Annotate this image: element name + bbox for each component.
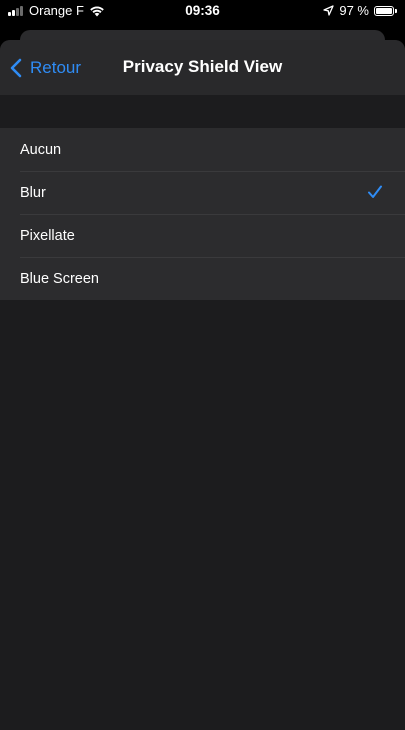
settings-sheet: Retour Privacy Shield View Aucun Blur Pi…: [0, 40, 405, 730]
battery-percentage: 97 %: [339, 3, 369, 18]
checkmark-icon: [368, 185, 382, 198]
back-button[interactable]: Retour: [10, 55, 81, 81]
status-bar: Orange F 09:36 97 %: [0, 0, 405, 22]
chevron-left-icon: [10, 58, 22, 78]
battery-level-fill: [376, 7, 392, 14]
option-label: Blur: [20, 184, 46, 201]
option-label: Blue Screen: [20, 270, 99, 287]
status-bar-right: 97 %: [323, 3, 397, 18]
option-row-aucun[interactable]: Aucun: [0, 128, 405, 171]
option-row-blue-screen[interactable]: Blue Screen: [0, 257, 405, 300]
option-label: Aucun: [20, 141, 62, 158]
option-row-pixellate[interactable]: Pixellate: [0, 214, 405, 257]
options-list: Aucun Blur Pixellate Blue Screen: [0, 128, 405, 300]
option-row-blur[interactable]: Blur: [0, 171, 405, 214]
option-label: Pixellate: [20, 227, 75, 244]
navigation-bar: Retour Privacy Shield View: [0, 40, 405, 95]
location-arrow-icon: [323, 5, 335, 16]
battery-icon: [374, 5, 394, 16]
back-button-label: Retour: [30, 58, 82, 77]
battery-cap: [395, 8, 397, 13]
